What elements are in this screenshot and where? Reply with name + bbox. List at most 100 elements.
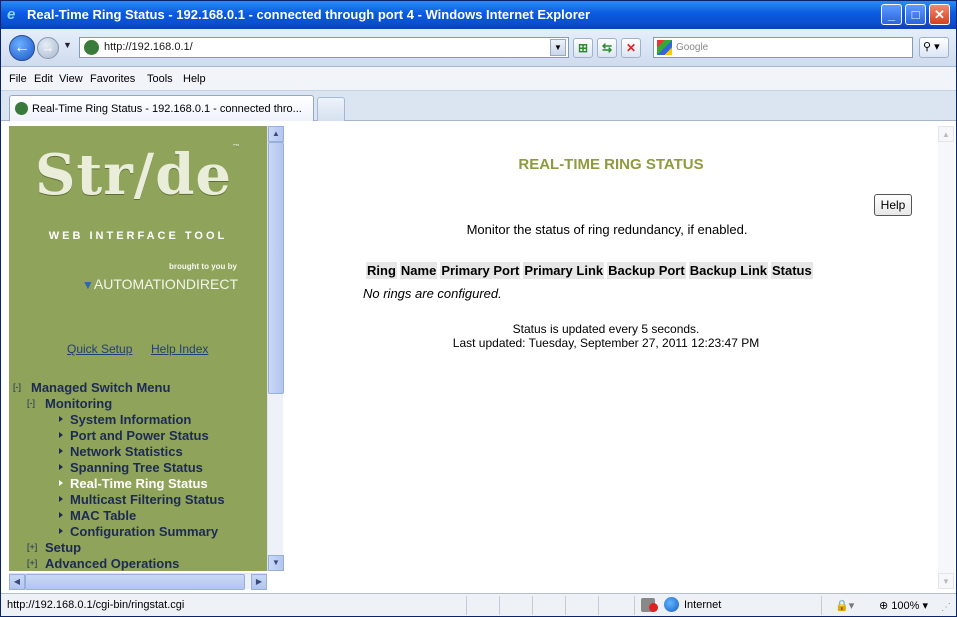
menu-setup[interactable]: [+] Setup [13, 540, 267, 556]
menu-item-label[interactable]: Spanning Tree Status [70, 460, 203, 475]
menu-favorites[interactable]: Favorites [90, 73, 135, 85]
scroll-thumb[interactable] [25, 574, 245, 590]
ad-mark-icon: ▼ [82, 278, 94, 292]
menu-item-label[interactable]: MAC Table [70, 508, 136, 523]
menu-item-port-power-status[interactable]: Port and Power Status [13, 428, 267, 444]
refresh-button[interactable]: ⇆ [597, 38, 617, 58]
menu-item-label[interactable]: Multicast Filtering Status [70, 492, 225, 507]
help-index-link[interactable]: Help Index [151, 342, 208, 356]
managed-switch-menu: [-] Managed Switch Menu [-] Monitoring S… [13, 380, 267, 571]
stride-logo: Str/de™ [9, 142, 267, 208]
menu-item-multicast-filtering-status[interactable]: Multicast Filtering Status [13, 492, 267, 508]
back-button[interactable]: ← [9, 35, 35, 61]
menu-advanced-label[interactable]: Advanced Operations [45, 556, 179, 571]
menu-setup-label[interactable]: Setup [45, 540, 81, 555]
window-title: Real-Time Ring Status - 192.168.0.1 - co… [27, 7, 591, 22]
scroll-right-icon[interactable]: ▶ [251, 574, 267, 590]
menu-item-configuration-summary[interactable]: Configuration Summary [13, 524, 267, 540]
collapse-toggle[interactable]: [-] [27, 398, 35, 408]
col-primary-port: Primary Port [440, 262, 521, 279]
history-dropdown-icon[interactable]: ▼ [63, 40, 72, 50]
maximize-button[interactable]: □ [905, 4, 926, 25]
minimize-button[interactable]: _ [881, 4, 902, 25]
expand-toggle[interactable]: [+] [27, 542, 37, 552]
col-backup-link: Backup Link [688, 262, 768, 279]
scroll-up-icon[interactable]: ▲ [938, 126, 954, 142]
menu-item-label[interactable]: Network Statistics [70, 444, 183, 459]
menu-item-spanning-tree-status[interactable]: Spanning Tree Status [13, 460, 267, 476]
menu-item-mac-table[interactable]: MAC Table [13, 508, 267, 524]
menu-view[interactable]: View [59, 73, 83, 85]
sidebar-frame: Str/de™ WEB INTERFACE TOOL brought to yo… [9, 126, 267, 571]
menu-item-label[interactable]: System Information [70, 412, 191, 427]
page-vertical-scrollbar[interactable]: ▲ ▼ [938, 126, 954, 589]
bullet-arrow-icon [59, 480, 63, 486]
col-ring: Ring [366, 262, 397, 279]
menu-tools[interactable]: Tools [147, 73, 173, 85]
menu-item-real-time-ring-status[interactable]: Real-Time Ring Status [13, 476, 267, 492]
internet-zone-icon [664, 597, 679, 612]
menu-root-label[interactable]: Managed Switch Menu [31, 380, 170, 395]
new-tab-button[interactable] [317, 97, 345, 121]
address-bar[interactable]: http://192.168.0.1/ ▼ [79, 37, 569, 58]
scroll-up-icon[interactable]: ▲ [268, 126, 284, 142]
tab-ring-status[interactable]: Real-Time Ring Status - 192.168.0.1 - co… [9, 95, 314, 121]
menu-item-system-information[interactable]: System Information [13, 412, 267, 428]
site-icon [84, 40, 99, 55]
zoom-level[interactable]: ⊕ 100% ▾ [879, 599, 928, 612]
close-button[interactable]: ✕ [929, 4, 950, 25]
expand-toggle[interactable]: [+] [27, 558, 37, 568]
zoom-value[interactable]: 100% [891, 600, 919, 612]
sidebar-horizontal-scrollbar[interactable]: ◀ ▶ [9, 573, 267, 590]
menu-edit[interactable]: Edit [34, 73, 53, 85]
tab-site-icon [15, 102, 28, 115]
menu-file[interactable]: File [9, 73, 27, 85]
bullet-arrow-icon [59, 512, 63, 518]
menu-item-label[interactable]: Real-Time Ring Status [70, 476, 208, 491]
main-frame: REAL-TIME RING STATUS Help Monitor the s… [291, 126, 931, 586]
page-description: Monitor the status of ring redundancy, i… [466, 222, 748, 237]
menu-help[interactable]: Help [183, 73, 206, 85]
scroll-thumb[interactable] [268, 142, 284, 394]
search-box[interactable]: Google [653, 37, 913, 58]
security-zone-label[interactable]: Internet [684, 599, 721, 611]
address-text[interactable]: http://192.168.0.1/ [104, 41, 193, 53]
table-header-row: Ring Name Primary Port Primary Link Back… [366, 262, 813, 279]
menu-item-label[interactable]: Configuration Summary [70, 524, 218, 539]
status-url: http://192.168.0.1/cgi-bin/ringstat.cgi [7, 599, 185, 611]
menu-item-label[interactable]: Port and Power Status [70, 428, 209, 443]
col-status: Status [771, 262, 813, 279]
search-button[interactable]: ⚲ ▾ [919, 37, 949, 58]
empty-message: No rings are configured. [363, 286, 502, 301]
protected-mode-icon[interactable]: 🔒▾ [835, 599, 854, 612]
menu-root[interactable]: [-] Managed Switch Menu [13, 380, 267, 396]
brought-by-text: brought to you by [169, 262, 237, 271]
collapse-toggle[interactable]: [-] [13, 382, 21, 392]
forward-button[interactable]: → [37, 37, 59, 59]
menu-bar: File Edit View Favorites Tools Help [1, 67, 956, 91]
tab-bar: Real-Time Ring Status - 192.168.0.1 - co… [1, 91, 956, 121]
scroll-down-icon[interactable]: ▼ [938, 573, 954, 589]
scroll-down-icon[interactable]: ▼ [268, 555, 284, 571]
address-dropdown-icon[interactable]: ▼ [550, 39, 566, 56]
logo-subtitle: WEB INTERFACE TOOL [48, 230, 228, 242]
navigation-bar: ← → ▼ http://192.168.0.1/ ▼ ⊞ ⇆ ✕ Google… [1, 29, 956, 67]
stop-button[interactable]: ✕ [621, 38, 641, 58]
menu-advanced-operations[interactable]: [+] Advanced Operations [13, 556, 267, 571]
sidebar-vertical-scrollbar[interactable]: ▲ ▼ [267, 126, 284, 571]
menu-monitoring-label[interactable]: Monitoring [45, 396, 112, 411]
logo-trademark: ™ [232, 142, 242, 152]
quick-setup-link[interactable]: Quick Setup [67, 342, 132, 356]
resize-grip-icon[interactable]: ⋰ [941, 602, 951, 613]
help-button[interactable]: Help [874, 194, 912, 216]
search-icon: ⚲ ▾ [923, 41, 940, 53]
menu-item-network-statistics[interactable]: Network Statistics [13, 444, 267, 460]
search-placeholder[interactable]: Google [676, 42, 708, 53]
compatibility-view-button[interactable]: ⊞ [573, 38, 593, 58]
scroll-left-icon[interactable]: ◀ [9, 574, 25, 590]
browser-window: e Real-Time Ring Status - 192.168.0.1 - … [0, 0, 957, 617]
bullet-arrow-icon [59, 432, 63, 438]
menu-monitoring[interactable]: [-] Monitoring [13, 396, 267, 412]
page-content: Str/de™ WEB INTERFACE TOOL brought to yo… [1, 122, 956, 593]
automationdirect-logo: ▼AUTOMATIONDIRECT [82, 276, 238, 292]
